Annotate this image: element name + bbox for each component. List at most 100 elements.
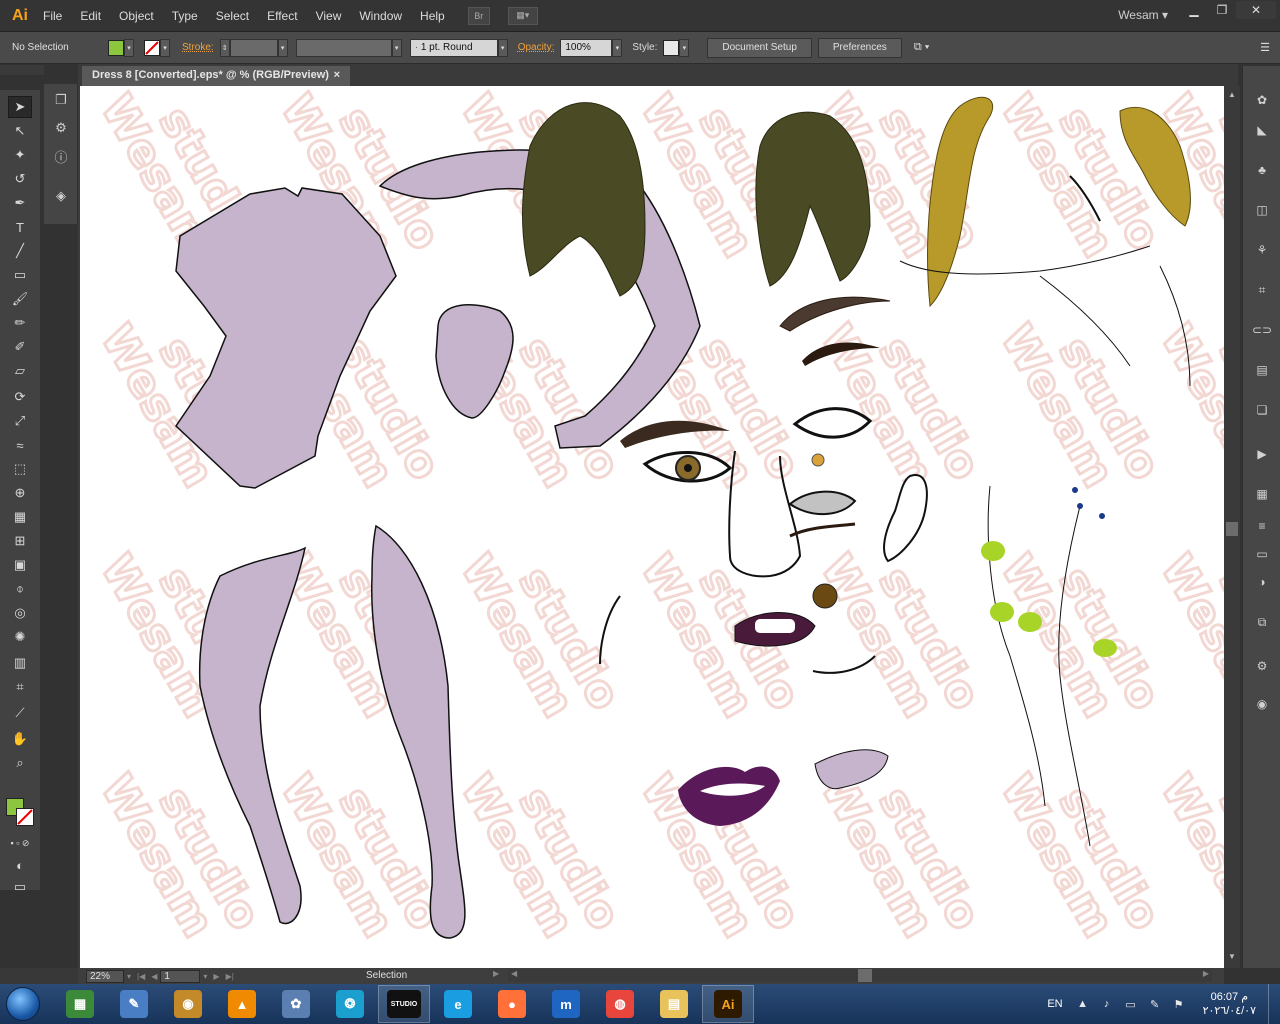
rectangle-tool-icon[interactable]: ▭ [8, 264, 32, 286]
hand-tool-icon[interactable]: ✋ [8, 728, 32, 750]
close-tab-icon[interactable]: × [334, 69, 340, 83]
symbol-sprayer-tool-icon[interactable]: ✺ [8, 626, 32, 648]
swatches-panel-icon[interactable]: ▦ [1252, 484, 1272, 504]
shape-builder-tool-icon[interactable]: ⊕ [8, 482, 32, 504]
chrome-app[interactable]: ◍ [594, 985, 646, 1023]
action-center-icon[interactable]: ⚑ [1171, 996, 1187, 1012]
asset-export-icon[interactable]: ◉ [1252, 694, 1272, 714]
variable-width-field[interactable] [295, 38, 392, 57]
vertical-scrollbar[interactable]: ▲ ▼ [1224, 86, 1240, 968]
show-desktop-button[interactable] [1268, 984, 1280, 1024]
arrange-icon[interactable]: ⧉ ▾ [914, 41, 930, 54]
user-menu[interactable]: Wesam ▾ [1118, 8, 1168, 22]
stroke-weight-dropdown[interactable]: ▾ [277, 38, 288, 57]
close-icon[interactable]: ✕ [1236, 1, 1276, 19]
direct-selection-tool-icon[interactable]: ↖ [8, 120, 32, 142]
stroke-panel-icon[interactable]: ≡ [1252, 516, 1272, 536]
color-mode-icons[interactable]: ▪ ▫ ⊘ [8, 832, 32, 854]
horizontal-scrollbar[interactable]: ◀ ▶ [508, 969, 1212, 982]
menu-type[interactable]: Type [163, 9, 207, 23]
next-page-icon[interactable]: ▶ [213, 972, 219, 981]
opacity-dropdown[interactable]: ▾ [612, 38, 623, 57]
firefox-app[interactable]: ● [486, 985, 538, 1023]
scale-tool-icon[interactable]: ⤢ [8, 410, 32, 432]
scroll-up-icon[interactable]: ▲ [1226, 90, 1238, 102]
monitor-app[interactable]: ◉ [162, 985, 214, 1023]
preferences-button[interactable]: Preferences [817, 37, 902, 58]
edge-app[interactable]: e [432, 985, 484, 1023]
restore-icon[interactable]: ❐ [1208, 1, 1236, 19]
menu-select[interactable]: Select [207, 9, 258, 23]
network-icon[interactable]: ▭ [1123, 996, 1139, 1012]
magic-wand-tool-icon[interactable]: ✦ [8, 144, 32, 166]
status-menu-icon[interactable]: ▶ [493, 969, 499, 978]
prev-page-icon[interactable]: ◀ [151, 972, 157, 981]
document-setup-button[interactable]: Document Setup [707, 37, 812, 58]
free-transform-tool-icon[interactable]: ⬚ [8, 458, 32, 480]
style-swatch[interactable] [663, 39, 680, 56]
transform-panel-icon[interactable]: ⌗ [1252, 280, 1272, 300]
zoom-field[interactable]: 22% [86, 969, 124, 983]
gradient-panel-icon[interactable]: ▭ [1252, 544, 1272, 564]
last-page-icon[interactable]: ▶| [226, 972, 234, 981]
slice-tool-icon[interactable]: ⟋ [8, 702, 32, 724]
variable-width-dropdown[interactable]: ▾ [391, 38, 402, 57]
scroll-left-icon[interactable]: ◀ [511, 969, 517, 978]
tools-app[interactable]: ✿ [270, 985, 322, 1023]
menu-effect[interactable]: Effect [258, 9, 306, 23]
fill-dropdown[interactable]: ▾ [124, 38, 134, 57]
style-dropdown[interactable]: ▾ [679, 38, 690, 57]
vertical-scroll-thumb[interactable] [1226, 522, 1238, 536]
lasso-tool-icon[interactable]: ↺ [8, 168, 32, 190]
color-panel-icon[interactable]: ◣ [1252, 120, 1272, 140]
task-manager-app[interactable]: ▦ [54, 985, 106, 1023]
media-app[interactable]: ❂ [324, 985, 376, 1023]
info-panel-icon[interactable]: ⓘ [51, 146, 71, 166]
links-panel-icon[interactable]: ⊂⊃ [1252, 320, 1272, 340]
opacity-label[interactable]: Opacity: [518, 42, 555, 53]
transparency-panel-icon[interactable]: ◑ [1252, 572, 1272, 592]
line-tool-icon[interactable]: ╱ [8, 240, 32, 262]
menu-object[interactable]: Object [110, 9, 163, 23]
zoom-dropdown-icon[interactable]: ▾ [127, 972, 131, 981]
blob-brush-tool-icon[interactable]: ✐ [8, 336, 32, 358]
eyedropper-tool-icon[interactable]: ⌽ [8, 578, 32, 600]
scroll-down-icon[interactable]: ▼ [1226, 952, 1238, 964]
align-panel-icon[interactable]: ▤ [1252, 360, 1272, 380]
fill-swatch[interactable] [108, 39, 124, 56]
actions-panel-icon[interactable]: ▶ [1252, 444, 1272, 464]
graphic-styles-icon[interactable]: ◫ [1252, 200, 1272, 220]
document-tab[interactable]: Dress 8 [Converted].eps* @ % (RGB/Previe… [82, 66, 350, 86]
screen-mode-icon[interactable]: ▭ [8, 876, 32, 898]
studio-app[interactable]: STUDIO [378, 985, 430, 1023]
blend-tool-icon[interactable]: ◎ [8, 602, 32, 624]
tray-expand-icon[interactable]: ▲ [1075, 996, 1091, 1012]
page-field[interactable]: 1 [160, 969, 201, 983]
stroke-swatch[interactable] [144, 39, 160, 56]
pen-tool-icon[interactable]: ✒ [8, 192, 32, 214]
type-tool-icon[interactable]: T [8, 216, 32, 238]
start-button[interactable] [0, 984, 46, 1024]
perspective-grid-tool-icon[interactable]: ▦ [8, 506, 32, 528]
layers-panel-icon[interactable]: ◈ [51, 186, 71, 206]
pathfinder-panel-icon[interactable]: ❏ [1252, 400, 1272, 420]
stroke-dropdown[interactable]: ▾ [160, 38, 170, 57]
draw-app[interactable]: ✎ [108, 985, 160, 1023]
first-page-icon[interactable]: |◀ [137, 972, 145, 981]
horizontal-scroll-thumb[interactable] [858, 969, 872, 982]
stroke-weight-field[interactable] [229, 38, 278, 57]
arrange-documents-icon[interactable]: ▦▾ [507, 6, 538, 25]
opacity-field[interactable]: 100% [560, 38, 613, 57]
stroke-color-swatch[interactable] [16, 808, 34, 826]
stroke-label[interactable]: Stroke: [182, 42, 214, 53]
volume-icon[interactable]: ♪ [1099, 996, 1115, 1012]
brush-definition-field[interactable]: · 1 pt. Round [409, 38, 498, 57]
artboard-canvas[interactable]: Wesam studio [78, 86, 1224, 968]
page-dropdown-icon[interactable]: ▾ [203, 972, 207, 981]
brushes-panel-icon[interactable]: ⚘ [1252, 240, 1272, 260]
appearance-panel-icon[interactable]: ⧉ [1252, 612, 1272, 632]
menu-window[interactable]: Window [350, 9, 411, 23]
artboard-tool-icon[interactable]: ⌗ [8, 676, 32, 698]
vlc-app[interactable]: ▲ [216, 985, 268, 1023]
pencil-tool-icon[interactable]: ✏ [8, 312, 32, 334]
